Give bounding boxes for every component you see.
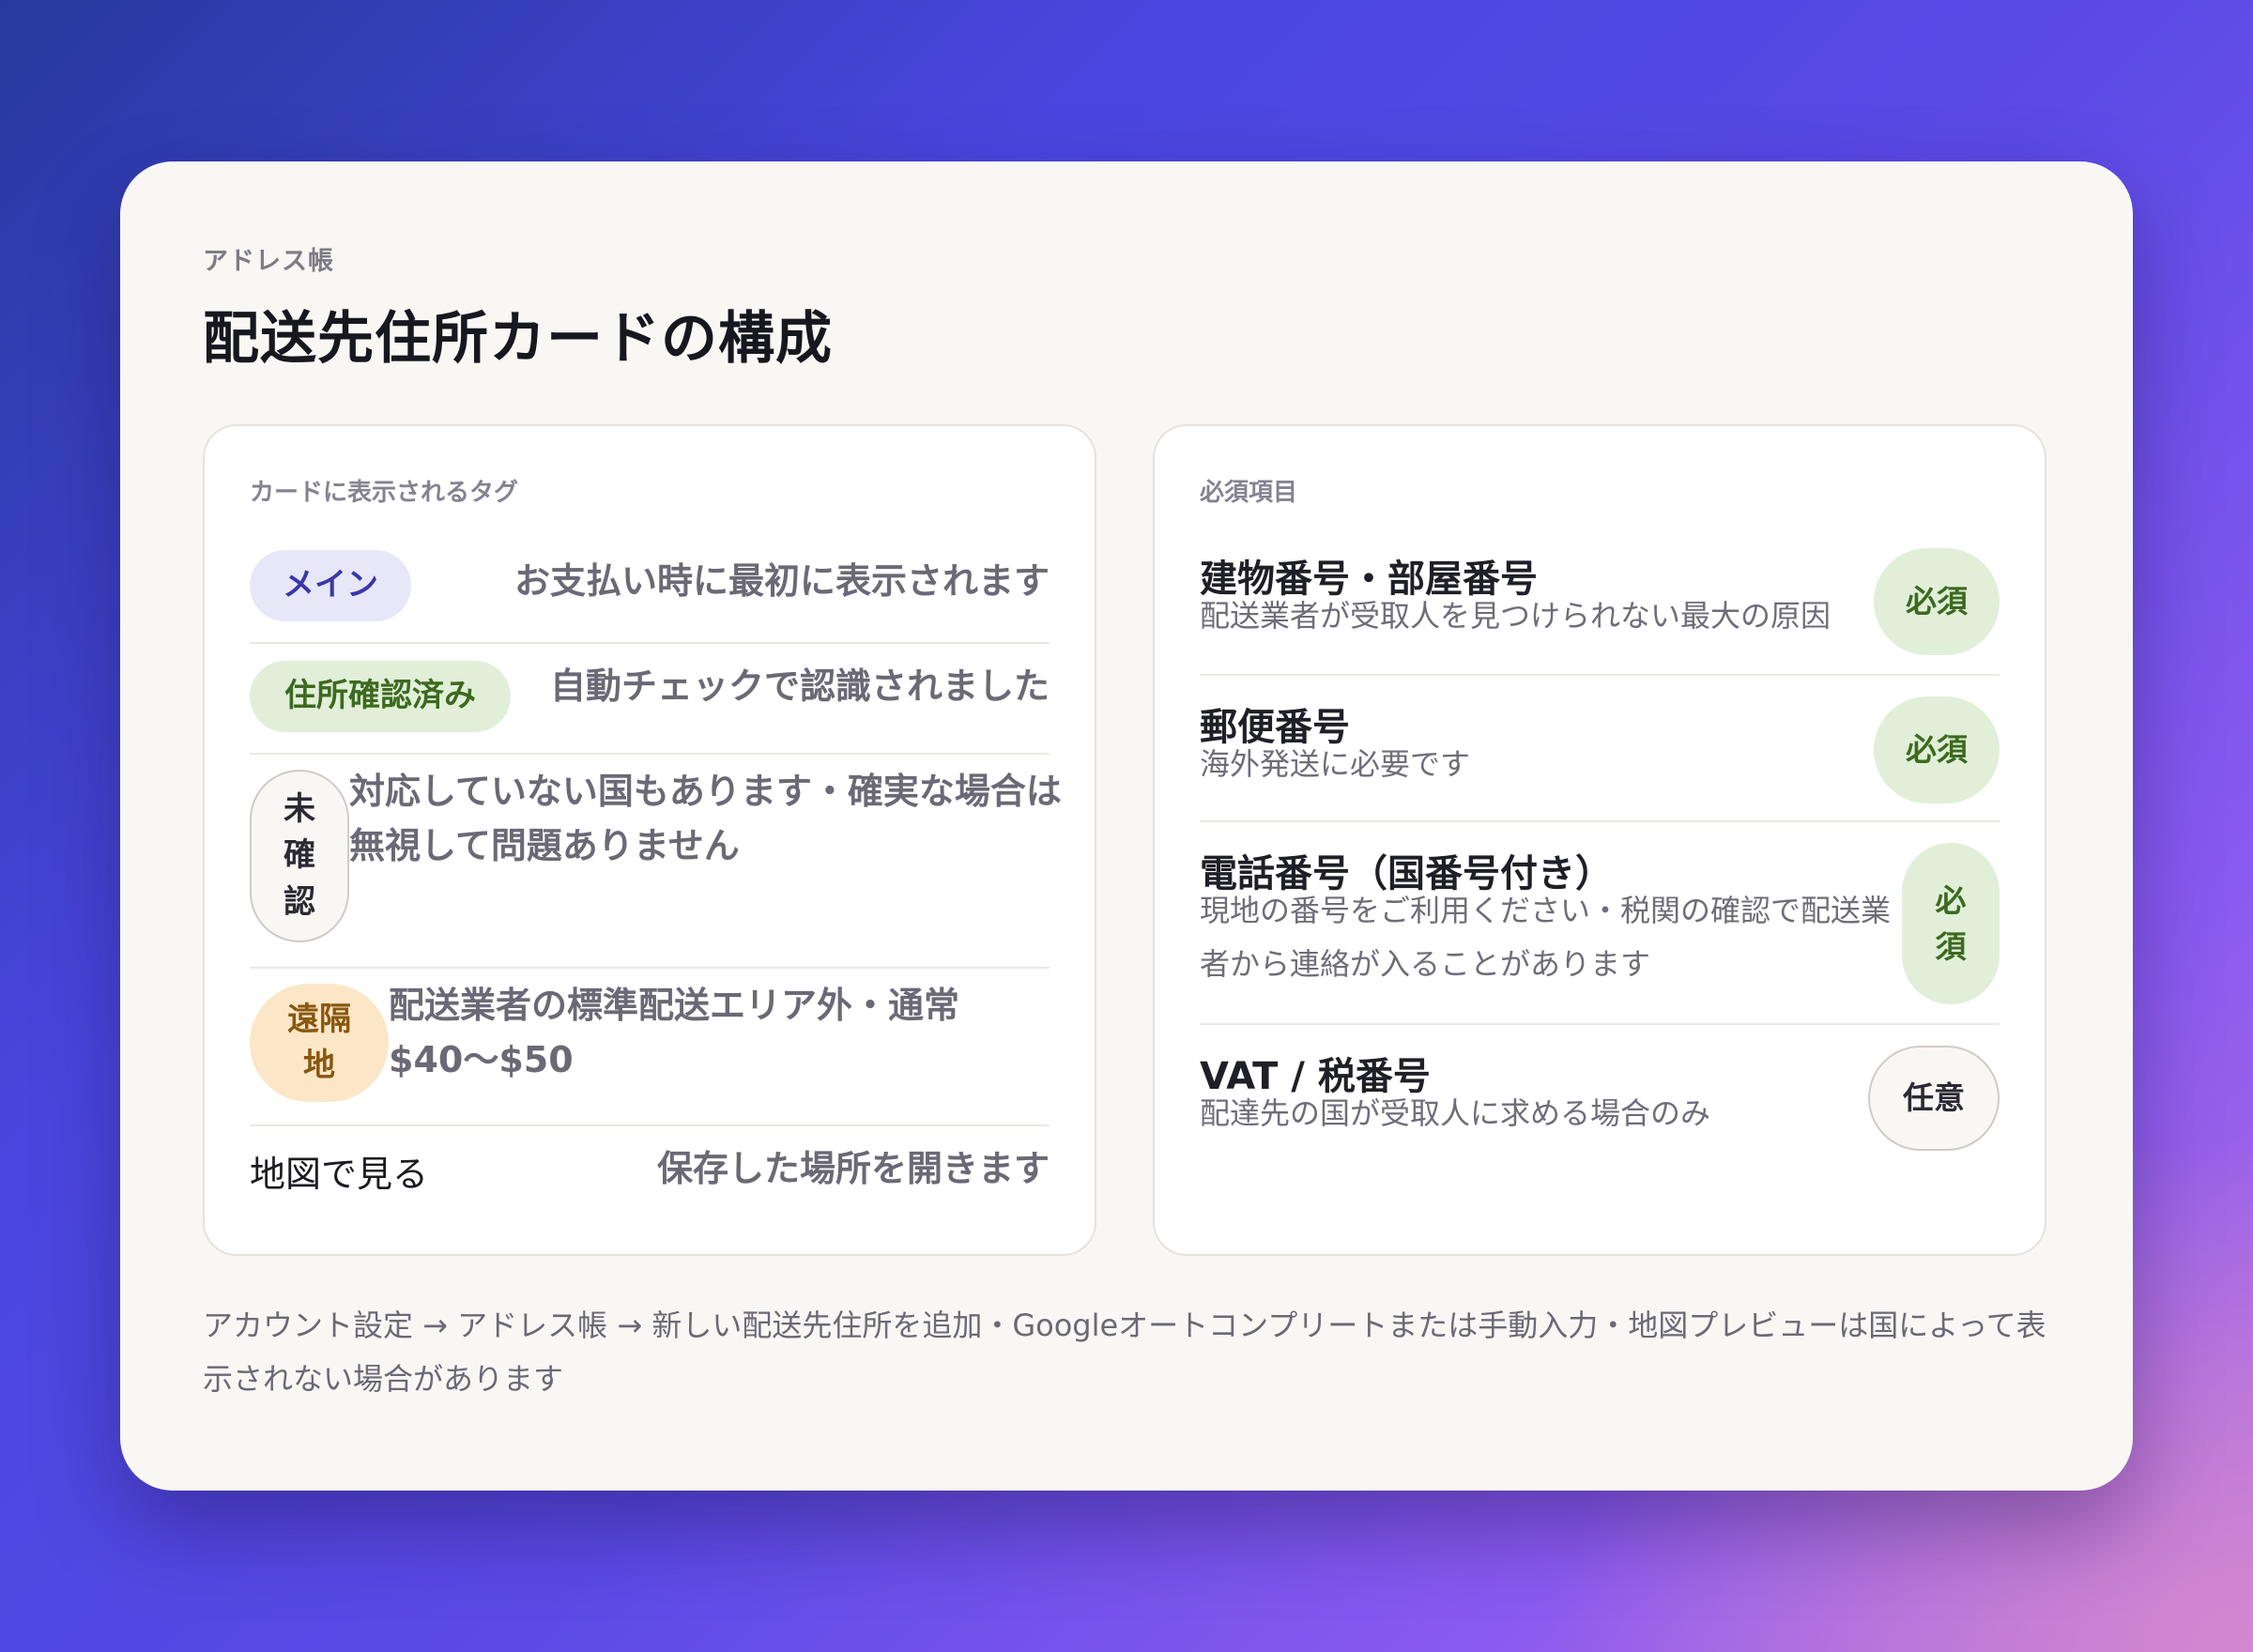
tag-main: メイン bbox=[250, 550, 411, 621]
required-panel-label: 必須項目 bbox=[1200, 479, 1298, 507]
tag-verified: 住所確認済み bbox=[250, 661, 511, 732]
tag-unconfirmed-description: 対応していない国もあります・確実な場合は無視して問題ありません bbox=[349, 771, 1062, 866]
footer-note: アカウント設定 → アドレス帳 → 新しい配送先住所を追加・Googleオートコ… bbox=[203, 1308, 2046, 1397]
required-row-vat: VAT / 税番号 配達先の国が受取人に求める場合のみ 任意 bbox=[1200, 1046, 2000, 1158]
required-row-phone: 電話番号（国番号付き） 現地の番号をご利用ください・税関の確認で配送業者から連絡… bbox=[1200, 843, 2000, 1012]
tag-main-description: お支払い時に最初に表示されます bbox=[513, 560, 1050, 602]
divider bbox=[1200, 1023, 2000, 1025]
required-badge-label: 必須 bbox=[1935, 881, 1967, 966]
tags-panel-label: カードに表示されるタグ bbox=[250, 479, 519, 507]
required-badge: 必須 bbox=[1902, 843, 2000, 1004]
field-description: 配送業者が受取人を見つけられない最大の原因 bbox=[1200, 598, 1832, 634]
field-description: 配達先の国が受取人に求める場合のみ bbox=[1200, 1095, 1711, 1131]
view-on-map-link[interactable]: 地図で見る bbox=[250, 1145, 428, 1197]
tag-unconfirmed-label: 未確認 bbox=[284, 790, 315, 921]
divider bbox=[1200, 674, 2000, 676]
tag-remote: 遠隔地 bbox=[250, 984, 389, 1102]
tag-row-main: メイン お支払い時に最初に表示されます bbox=[250, 548, 1050, 623]
divider bbox=[250, 642, 1050, 644]
required-row-postal: 郵便番号 海外発送に必要です 必須 bbox=[1200, 696, 2000, 809]
optional-badge: 任意 bbox=[1868, 1046, 2000, 1151]
field-description: 海外発送に必要です bbox=[1200, 746, 1471, 782]
tag-remote-description: 配送業者の標準配送エリア外・通常$40〜$50 bbox=[389, 985, 960, 1080]
divider bbox=[250, 753, 1050, 755]
divider bbox=[250, 1124, 1050, 1126]
divider bbox=[1200, 820, 2000, 822]
map-link-row: 地図で見る 保存した場所を開きます bbox=[250, 1141, 1050, 1207]
tag-remote-label: 遠隔地 bbox=[287, 1000, 351, 1084]
required-badge: 必須 bbox=[1874, 696, 2000, 803]
required-row-building: 建物番号・部屋番号 配送業者が受取人を見つけられない最大の原因 必須 bbox=[1200, 548, 2000, 661]
tag-row-unconfirmed: 未確認 対応していない国もあります・確実な場合は無視して問題ありません bbox=[250, 770, 1062, 948]
tag-row-remote: 遠隔地 配送業者の標準配送エリア外・通常$40〜$50 bbox=[250, 984, 1050, 1106]
page-title: 配送先住所カードの構成 bbox=[203, 306, 833, 372]
required-fields-panel: 必須項目 建物番号・部屋番号 配送業者が受取人を見つけられない最大の原因 必須 … bbox=[1153, 424, 2046, 1256]
eyebrow-label: アドレス帳 bbox=[203, 247, 334, 276]
tag-row-verified: 住所確認済み 自動チェックで認識されました bbox=[250, 659, 1050, 734]
address-card-overview: アドレス帳 配送先住所カードの構成 カードに表示されるタグ メイン お支払い時に… bbox=[120, 161, 2133, 1491]
required-badge: 必須 bbox=[1874, 548, 2000, 655]
tag-unconfirmed: 未確認 bbox=[250, 770, 349, 942]
field-description: 現地の番号をご利用ください・税関の確認で配送業者から連絡が入ることがあります bbox=[1200, 893, 1892, 982]
tag-verified-description: 自動チェックで認識されました bbox=[549, 665, 1050, 707]
map-link-description: 保存した場所を開きます bbox=[656, 1148, 1050, 1189]
tags-panel: カードに表示されるタグ メイン お支払い時に最初に表示されます 住所確認済み 自… bbox=[203, 424, 1096, 1256]
divider bbox=[250, 967, 1050, 969]
